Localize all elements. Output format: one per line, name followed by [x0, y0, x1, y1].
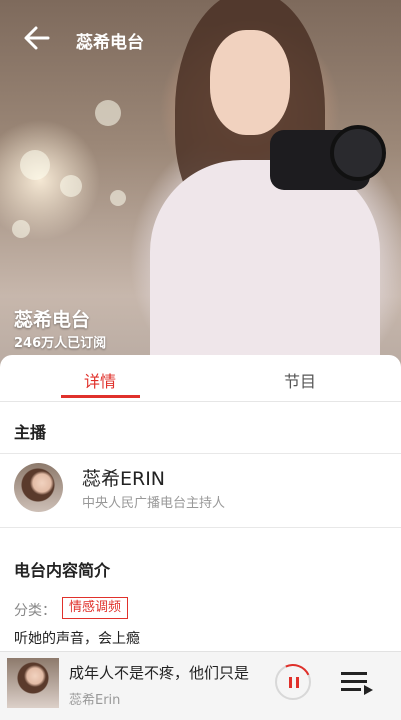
mini-player[interactable]: 成年人不是不疼，他们只是 蕊希Erin [0, 651, 401, 720]
track-title[interactable]: 成年人不是不疼，他们只是 [69, 662, 269, 683]
category-label: 分类： [14, 603, 56, 619]
intro-text: 听她的声音，会上瘾 [14, 631, 140, 647]
host-name[interactable]: 蕊希ERIN [82, 464, 165, 491]
track-thumbnail[interactable] [7, 658, 59, 708]
page-title: 蕊希电台 [76, 33, 144, 53]
category-tag[interactable]: 情感调频 [62, 597, 129, 619]
active-tab-indicator [61, 395, 140, 398]
host-description: 中央人民广播电台主持人 [82, 496, 226, 511]
station-name: 蕊希电台 [14, 309, 91, 331]
pause-icon[interactable] [269, 658, 317, 706]
top-bar: 蕊希电台 [0, 0, 401, 76]
divider [0, 527, 401, 528]
divider [0, 453, 401, 454]
playlist-icon[interactable] [340, 669, 374, 697]
host-section-title: 主播 [14, 423, 47, 442]
host-avatar[interactable] [14, 463, 63, 512]
intro-section-title: 电台内容简介 [14, 561, 111, 580]
tab-bar: 详情 节目 [0, 355, 401, 402]
tab-details[interactable]: 详情 [84, 368, 116, 392]
tab-programs[interactable]: 节目 [284, 368, 316, 392]
track-artist: 蕊希Erin [69, 693, 121, 708]
back-arrow-icon[interactable] [22, 24, 52, 52]
subscriber-count: 246万人已订阅 [14, 336, 107, 351]
